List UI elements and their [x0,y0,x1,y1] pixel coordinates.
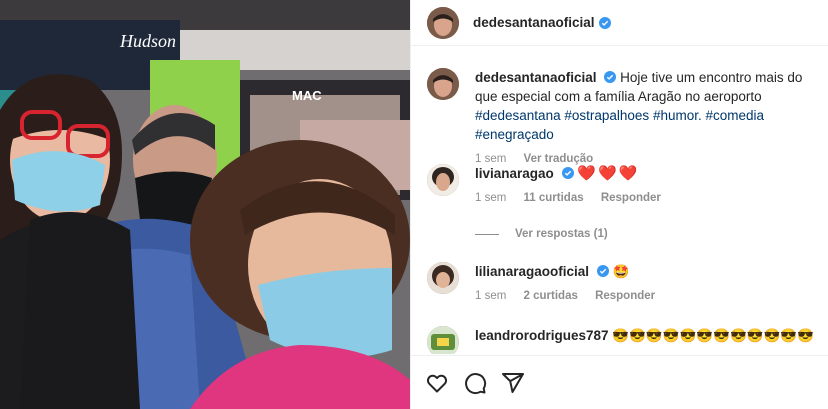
verified-badge-icon [604,71,617,83]
comment-username[interactable]: livianaragao [475,166,554,181]
comment-time: 1 sem [475,192,507,204]
hashtag-link[interactable]: #comedia [705,108,764,123]
avatar[interactable] [427,6,459,39]
comment-item: livianaragao ❤️❤️❤️ 1 sem 11 curtidas Re… [427,164,823,208]
view-replies-label: Ver respostas (1) [515,228,608,240]
hashtag-link[interactable]: #humor. [653,108,702,123]
comment-item: lilianaragaooficial 🤩 1 sem 2 curtidas R… [427,262,823,306]
share-icon[interactable] [501,371,525,395]
comment-text: ❤️❤️❤️ [577,165,640,182]
reply-button[interactable]: Responder [601,192,661,204]
hashtag-link[interactable]: #ostrapalhoes [564,108,649,123]
hashtag-link[interactable]: #enegraçado [475,127,554,142]
verified-badge-icon [598,16,611,29]
avatar[interactable] [427,68,459,100]
comment-text: 😎😎😎😎😎😎😎😎😎😎😎😎 [612,328,815,343]
post-photo[interactable]: Hudson MAC [0,0,410,409]
svg-text:Hudson: Hudson [119,31,176,51]
caption: dedesantanaoficial Hoje tive um encontro… [427,68,823,169]
comment-likes[interactable]: 2 curtidas [524,290,578,302]
verified-badge-icon [561,167,574,179]
hudson-sign: Hudson [119,31,176,51]
avatar[interactable] [427,164,459,196]
heart-icon[interactable] [425,371,449,395]
comment-username[interactable]: lilianaragaooficial [475,264,589,279]
replies-divider [475,233,499,235]
comments-list: dedesantanaoficial Hoje tive um encontro… [411,58,828,354]
reply-button[interactable]: Responder [595,290,655,302]
comment-username[interactable]: leandrorodrigues787 [475,328,609,343]
post-header: dedesantanaoficial [411,0,828,46]
avatar[interactable] [427,262,459,294]
svg-text:MAC: MAC [292,88,322,103]
avatar[interactable] [427,326,459,354]
comment-item: leandrorodrigues787 😎😎😎😎😎😎😎😎😎😎😎😎 [427,326,823,354]
post-username[interactable]: dedesantanaoficial [473,15,595,30]
comment-time: 1 sem [475,290,507,302]
post-side-panel: dedesantanaoficial dedesantanaoficial Ho… [410,0,828,409]
action-bar [411,355,828,409]
view-replies-button[interactable]: Ver respostas (1) [475,228,608,240]
verified-badge-icon [596,265,609,277]
comment-icon[interactable] [463,371,487,395]
comment-likes[interactable]: 11 curtidas [524,192,584,204]
caption-username[interactable]: dedesantanaoficial [475,70,597,85]
hashtag-link[interactable]: #dedesantana [475,108,561,123]
mac-sign: MAC [292,88,322,103]
comment-text: 🤩 [612,264,630,279]
